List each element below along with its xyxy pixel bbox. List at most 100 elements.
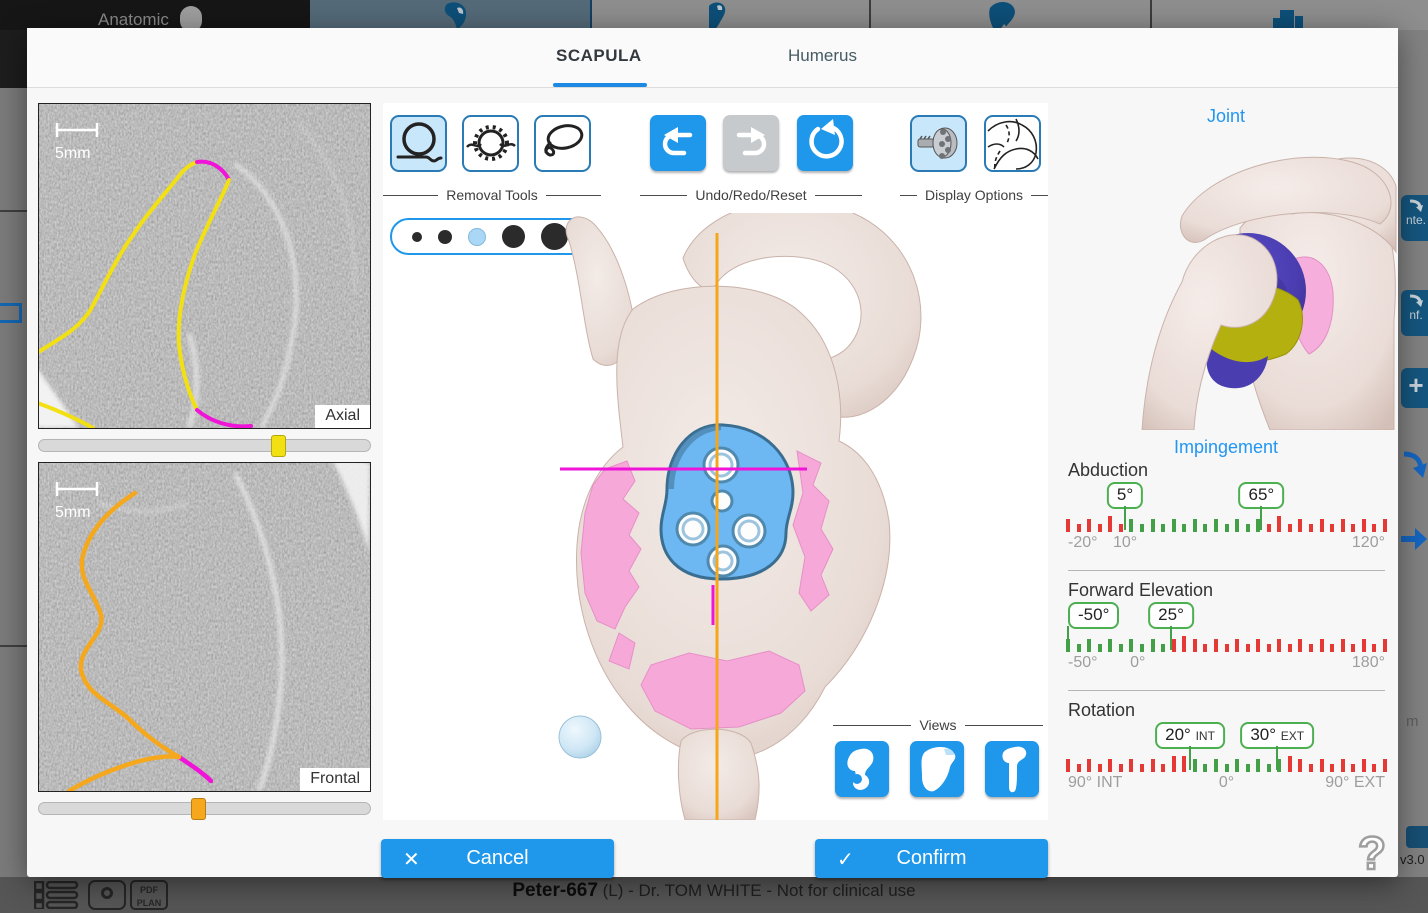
undo-button[interactable] [650, 115, 706, 171]
scale-tick [1119, 644, 1123, 652]
left-rail-dark-header [0, 30, 27, 88]
background-top-bar: Anatomic [0, 0, 1428, 30]
impingement-scale-0: 5°65°-20°10°120° [1068, 482, 1385, 554]
scale-tick [1193, 519, 1197, 532]
scale-tick [1288, 524, 1292, 532]
scale-tick [1172, 639, 1176, 652]
active-tab-underline [553, 83, 647, 87]
lasso-tool-icon [536, 117, 589, 170]
axis-label: -50° [1068, 654, 1098, 672]
scale-tick [1277, 759, 1281, 772]
scale-tick [1362, 639, 1366, 652]
straight-arrow-icon[interactable] [1401, 528, 1427, 550]
tab-humerus[interactable]: Humerus [788, 46, 857, 66]
view-superior-button[interactable] [835, 741, 889, 797]
scale-tick [1298, 759, 1302, 772]
anterior-view-icon [910, 741, 964, 797]
lasso-removal-tool-button[interactable] [534, 115, 591, 172]
marker-connector [1124, 506, 1126, 530]
tab-scapula[interactable]: SCAPULA [556, 46, 642, 66]
scale-tick [1172, 756, 1176, 772]
add-button[interactable]: + [1401, 368, 1428, 408]
left-rail-selected-box[interactable] [0, 303, 22, 323]
scale-tick [1087, 759, 1091, 772]
scale-tick [1182, 756, 1186, 772]
frontal-ruler-label: 5mm [55, 504, 91, 521]
scale-tick [1351, 524, 1355, 532]
axial-slider-thumb[interactable] [271, 435, 286, 457]
impingement-section-name: Forward Elevation [1068, 580, 1213, 601]
ante-view-button[interactable]: nte. [1401, 195, 1428, 241]
scale-tick [1362, 519, 1366, 532]
confirm-button[interactable]: ✓ Confirm [815, 839, 1048, 878]
plus-label: + [1408, 370, 1423, 400]
scale-tick [1362, 759, 1366, 772]
scale-tick [1098, 524, 1102, 532]
scale-tick [1235, 639, 1239, 652]
frontal-slider-thumb[interactable] [191, 798, 206, 820]
marker-connector [1189, 746, 1191, 770]
scale-tick [1077, 644, 1081, 652]
scale-tick [1246, 524, 1250, 532]
scale-tick [1066, 519, 1070, 532]
scale-tick [1129, 519, 1133, 532]
superior-view-icon [835, 741, 889, 797]
scale-tick [1161, 524, 1165, 532]
lateral-view-icon [985, 741, 1039, 797]
reset-button[interactable] [797, 115, 853, 171]
report-tab-icon [1270, 2, 1312, 30]
scale-tick [1246, 644, 1250, 652]
redo-button[interactable] [723, 115, 779, 171]
axial-slice-slider[interactable] [38, 439, 371, 452]
top-tab-joint-bg[interactable] [871, 0, 1152, 30]
scale-tick [1098, 644, 1102, 652]
caption-rest: (L) - Dr. TOM WHITE - Not for clinical u… [598, 881, 916, 900]
scale-tick [1330, 524, 1334, 532]
cancel-button[interactable]: ✕ Cancel [381, 839, 614, 878]
scale-tick [1277, 516, 1281, 532]
scale-tick [1214, 639, 1218, 652]
view-lateral-button[interactable] [985, 741, 1039, 797]
frontal-ct-viewport[interactable]: 5mm Frontal [38, 462, 371, 792]
axis-label: 90° EXT [1325, 774, 1385, 792]
brush-tool-icon [392, 117, 445, 170]
scraper-removal-tool-button[interactable] [462, 115, 519, 172]
scale-tick [1161, 764, 1165, 772]
scale-tick [1203, 764, 1207, 772]
scale-tick [1309, 524, 1313, 532]
scale-tick [1172, 519, 1176, 532]
brush-removal-tool-button[interactable] [390, 115, 447, 172]
scale-tick [1309, 644, 1313, 652]
top-tab-humerus-bg[interactable] [592, 0, 871, 30]
scale-tick [1383, 759, 1387, 772]
top-tab-scapula-bg[interactable] [310, 0, 592, 30]
joint-title: Joint [1056, 106, 1396, 127]
show-anatomy-option-button[interactable] [984, 115, 1041, 172]
show-implant-option-button[interactable] [910, 115, 967, 172]
check-icon: ✓ [837, 847, 854, 872]
axial-ct-viewport[interactable]: 5mm Axial [38, 103, 371, 429]
scale-tick [1140, 764, 1144, 772]
scale-tick [1277, 639, 1281, 652]
section-divider [1068, 570, 1385, 571]
marker-connector [1260, 506, 1262, 530]
scale-tick [1372, 764, 1376, 772]
top-tab-report-bg[interactable] [1152, 0, 1428, 30]
rotate-arrow-icon[interactable] [1401, 450, 1427, 480]
scale-tick [1182, 524, 1186, 532]
scale-tick [1298, 639, 1302, 652]
axis-label: 10° [1113, 534, 1137, 552]
scale-tick [1140, 524, 1144, 532]
scale-tick [1372, 644, 1376, 652]
tool-sphere-cursor[interactable] [559, 716, 601, 758]
joint-3d-preview [1090, 128, 1398, 430]
scale-tick [1320, 639, 1324, 652]
frontal-slice-slider[interactable] [38, 802, 371, 815]
inf-view-button[interactable]: nf. [1401, 290, 1428, 336]
implant-icon [912, 117, 965, 170]
view-anterior-button[interactable] [910, 741, 964, 797]
axis-label: 120° [1352, 534, 1385, 552]
help-button[interactable]: ? [1347, 828, 1397, 878]
scale-tick [1309, 764, 1313, 772]
scale-tick [1383, 519, 1387, 532]
